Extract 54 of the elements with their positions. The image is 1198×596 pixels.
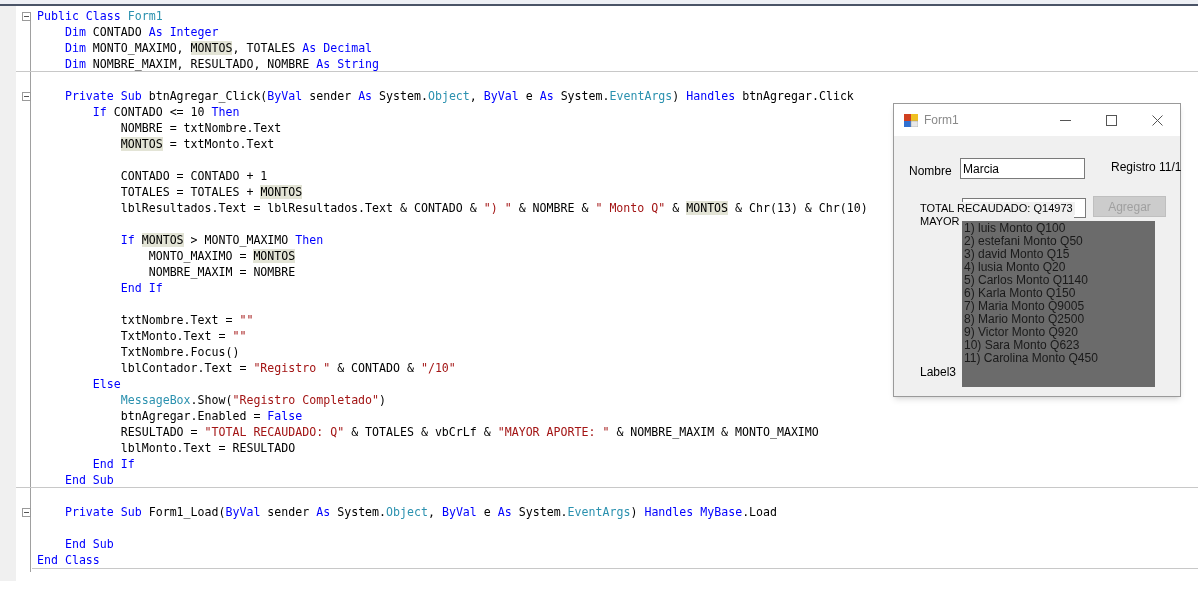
result-entry: 6) Karla Monto Q150 bbox=[964, 287, 1076, 300]
counter-label: Registro 11/1 bbox=[1111, 159, 1182, 176]
code-line: End Sub bbox=[63, 536, 114, 552]
code-line: End If bbox=[119, 280, 163, 296]
code-line: Public Class Form1 bbox=[37, 8, 163, 24]
close-icon bbox=[1151, 114, 1163, 126]
code-line: lblContador.Text = "Registro " & CONTADO & "/10" bbox=[119, 360, 456, 376]
result-entry: 3) david Monto Q15 bbox=[964, 248, 1070, 261]
result-entry: 1) luis Monto Q100 bbox=[964, 222, 1067, 235]
code-line: MONTOS = txtMonto.Text bbox=[119, 136, 275, 152]
code-line: Else bbox=[91, 376, 121, 392]
placeholder-label: Label3 bbox=[920, 364, 957, 381]
code-line: MONTO_MAXIMO = MONTOS bbox=[147, 248, 296, 264]
code-line: End Sub bbox=[63, 471, 114, 488]
code-line: NOMBRE_MAXIM = NOMBRE bbox=[147, 264, 296, 280]
code-line: If CONTADO <= 10 Then bbox=[91, 104, 240, 120]
code-line: Dim NOMBRE_MAXIM, RESULTADO, NOMBRE As String bbox=[63, 55, 380, 72]
name-field[interactable]: Marcia bbox=[960, 158, 1085, 179]
code-line: TxtNombre.Focus() bbox=[119, 344, 240, 360]
result-entry: 9) Victor Monto Q920 bbox=[964, 326, 1078, 339]
result-entry: 10) Sara Monto Q623 bbox=[964, 339, 1081, 352]
result-label: MAYOR bbox=[920, 215, 960, 228]
code-line: MessageBox.Show("Registro Completado") bbox=[119, 392, 387, 408]
result-entry: 8) Mario Monto Q2500 bbox=[964, 313, 1086, 326]
code-line: Dim MONTO_MAXIMO, MONTOS, TOTALES As Decimal bbox=[63, 40, 373, 56]
collapse-icon[interactable] bbox=[22, 91, 31, 101]
code-line: End Class bbox=[37, 552, 100, 568]
code-line: If MONTOS > MONTO_MAXIMO Then bbox=[119, 232, 324, 248]
code-line: txtNombre.Text = "" bbox=[119, 312, 254, 328]
minimize-icon bbox=[1059, 119, 1071, 121]
result-entry: 11) Carolina Monto Q450 bbox=[964, 352, 1099, 365]
code-line: btnAgregar.Enabled = False bbox=[119, 408, 303, 424]
code-line: RESULTADO = "TOTAL RECAUDADO: Q" & TOTALES & vbCrLf & "MAYOR APORTE: " & NOMBRE_MAXIM & MONTO_MAXIMO bbox=[119, 424, 819, 440]
result-entry: 5) Carlos Monto Q1140 bbox=[964, 274, 1089, 287]
result-entry: 4) lusia Monto Q20 bbox=[964, 261, 1066, 274]
field-label: Nombre bbox=[909, 163, 952, 180]
form-icon bbox=[904, 113, 918, 127]
maximize-icon bbox=[1105, 114, 1117, 126]
result-entry: 2) estefani Monto Q50 bbox=[964, 235, 1084, 248]
code-line: NOMBRE = txtNombre.Text bbox=[119, 120, 282, 136]
collapse-icon[interactable] bbox=[22, 507, 31, 517]
code-line: CONTADO = CONTADO + 1 bbox=[119, 168, 268, 184]
result-label: TOTAL RECAUDADO: Q14973 bbox=[920, 202, 1075, 215]
code-line: TOTALES = TOTALES + MONTOS bbox=[119, 184, 303, 200]
result-entry: 7) Maria Monto Q9005 bbox=[964, 300, 1086, 313]
code-line: Private Sub btnAgregar_Click(ByVal sender As System.Object, ByVal e As System.EventArgs) Handles btnAgregar.Click bbox=[63, 88, 854, 104]
code-line: lblResultados.Text = lblResultados.Text & CONTADO & ") " & NOMBRE & " Monto Q" & MONTOS & Chr(13) & Chr(10) bbox=[119, 200, 868, 216]
code-line: lblMonto.Text = RESULTADO bbox=[119, 440, 296, 456]
code-line: TxtMonto.Text = "" bbox=[119, 328, 247, 344]
code-line: Dim CONTADO As Integer bbox=[63, 24, 219, 40]
code-line: End If bbox=[91, 456, 135, 472]
code-line: Private Sub Form1_Load(ByVal sender As System.Object, ByVal e As System.EventArgs) Handles MyBase.Load bbox=[63, 504, 778, 520]
window-title: Form1 bbox=[924, 112, 959, 129]
collapse-icon[interactable] bbox=[22, 11, 31, 21]
